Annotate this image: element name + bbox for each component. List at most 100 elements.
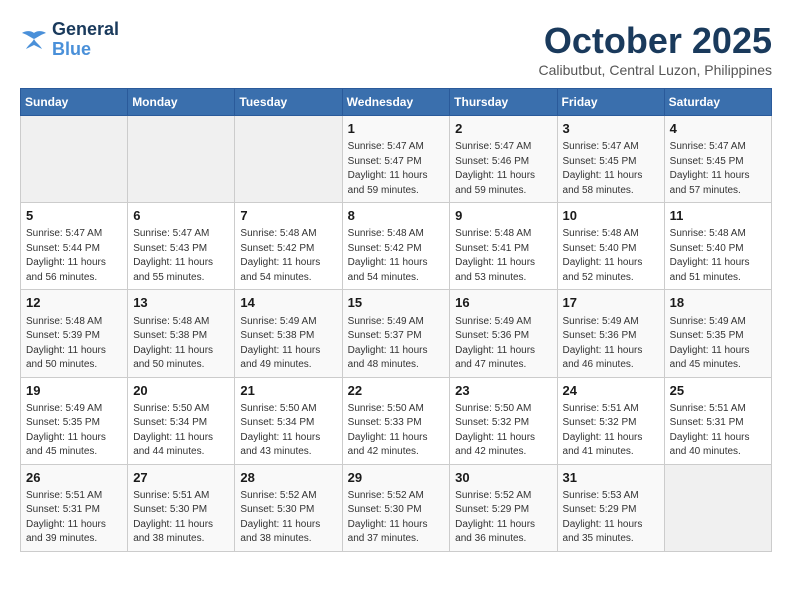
day-number: 23 [455,382,551,400]
header: General Blue October 2025 Calibutbut, Ce… [20,20,772,78]
day-number: 13 [133,294,229,312]
day-number: 2 [455,120,551,138]
weekday-header-row: SundayMondayTuesdayWednesdayThursdayFrid… [21,89,772,116]
calendar-cell: 31Sunrise: 5:53 AM Sunset: 5:29 PM Dayli… [557,464,664,551]
day-number: 12 [26,294,122,312]
day-number: 20 [133,382,229,400]
day-number: 28 [240,469,336,487]
day-number: 11 [670,207,766,225]
logo-text: General Blue [52,20,119,60]
calendar-cell: 21 Sunrise: 5:50 AM Sunset: 5:34 PM Dayli… [235,377,342,464]
day-info: Sunrise: 5:47 AM Sunset: 5:43 PM Dayligh… [133,227,229,285]
day-number: 8 [348,207,445,225]
calendar-body: 1 Sunrise: 5:47 AM Sunset: 5:47 PM Daylig… [21,116,772,552]
calendar-cell: 28Sunrise: 5:52 AM Sunset: 5:30 PM Dayli… [235,464,342,551]
calendar-cell [21,116,128,203]
day-number: 4 [670,120,766,138]
day-info: Sunrise: 5:52 AM Sunset: 5:30 PM Dayligh… [348,489,445,547]
day-info: Sunrise: 5:53 AM Sunset: 5:29 PM Dayligh… [563,489,659,547]
day-number: 9 [455,207,551,225]
day-number: 5 [26,207,122,225]
calendar-cell: 27Sunrise: 5:51 AM Sunset: 5:30 PM Dayli… [128,464,235,551]
calendar-cell: 5Sunrise: 5:47 AM Sunset: 5:44 PM Daylig… [21,203,128,290]
day-number: 19 [26,382,122,400]
calendar-cell: 14Sunrise: 5:49 AM Sunset: 5:38 PM Dayli… [235,290,342,377]
calendar-week-row: 1 Sunrise: 5:47 AM Sunset: 5:47 PM Daylig… [21,116,772,203]
calendar-cell: 3 Sunrise: 5:47 AM Sunset: 5:45 PM Daylig… [557,116,664,203]
calendar-week-row: 12 Sunrise: 5:48 AM Sunset: 5:39 PM Dayli… [21,290,772,377]
calendar-cell: 16 Sunrise: 5:49 AM Sunset: 5:36 PM Dayli… [450,290,557,377]
calendar-cell: 17 Sunrise: 5:49 AM Sunset: 5:36 PM Dayli… [557,290,664,377]
calendar-cell: 2 Sunrise: 5:47 AM Sunset: 5:46 PM Daylig… [450,116,557,203]
day-info: Sunrise: 5:48 AM Sunset: 5:42 PM Dayligh… [348,227,445,285]
day-number: 6 [133,207,229,225]
day-info: Sunrise: 5:47 AM Sunset: 5:47 PM Dayligh… [348,140,445,198]
logo-icon [20,29,48,51]
day-number: 3 [563,120,659,138]
calendar-cell: 7 Sunrise: 5:48 AM Sunset: 5:42 PM Daylig… [235,203,342,290]
day-info: Sunrise: 5:49 AM Sunset: 5:35 PM Dayligh… [26,402,122,460]
day-number: 25 [670,382,766,400]
calendar-cell: 11Sunrise: 5:48 AM Sunset: 5:40 PM Dayli… [664,203,771,290]
calendar-cell: 18Sunrise: 5:49 AM Sunset: 5:35 PM Dayli… [664,290,771,377]
day-number: 26 [26,469,122,487]
day-number: 7 [240,207,336,225]
day-number: 16 [455,294,551,312]
calendar-cell: 8 Sunrise: 5:48 AM Sunset: 5:42 PM Daylig… [342,203,450,290]
calendar-cell: 1 Sunrise: 5:47 AM Sunset: 5:47 PM Daylig… [342,116,450,203]
weekday-header: Tuesday [235,89,342,116]
day-info: Sunrise: 5:49 AM Sunset: 5:36 PM Dayligh… [455,315,551,373]
location-subtitle: Calibutbut, Central Luzon, Philippines [539,62,772,78]
day-number: 10 [563,207,659,225]
calendar-cell: 19 Sunrise: 5:49 AM Sunset: 5:35 PM Dayli… [21,377,128,464]
day-number: 17 [563,294,659,312]
weekday-header: Sunday [21,89,128,116]
day-info: Sunrise: 5:51 AM Sunset: 5:32 PM Dayligh… [563,402,659,460]
day-info: Sunrise: 5:50 AM Sunset: 5:33 PM Dayligh… [348,402,445,460]
day-number: 15 [348,294,445,312]
day-info: Sunrise: 5:47 AM Sunset: 5:45 PM Dayligh… [563,140,659,198]
day-info: Sunrise: 5:51 AM Sunset: 5:31 PM Dayligh… [26,489,122,547]
day-number: 21 [240,382,336,400]
day-info: Sunrise: 5:48 AM Sunset: 5:40 PM Dayligh… [563,227,659,285]
day-info: Sunrise: 5:49 AM Sunset: 5:37 PM Dayligh… [348,315,445,373]
weekday-header: Saturday [664,89,771,116]
day-info: Sunrise: 5:48 AM Sunset: 5:41 PM Dayligh… [455,227,551,285]
calendar-cell: 4 Sunrise: 5:47 AM Sunset: 5:45 PM Daylig… [664,116,771,203]
calendar-cell [128,116,235,203]
calendar-cell: 23Sunrise: 5:50 AM Sunset: 5:32 PM Dayli… [450,377,557,464]
calendar-cell [664,464,771,551]
day-info: Sunrise: 5:48 AM Sunset: 5:39 PM Dayligh… [26,315,122,373]
calendar-cell: 29Sunrise: 5:52 AM Sunset: 5:30 PM Dayli… [342,464,450,551]
weekday-header: Wednesday [342,89,450,116]
calendar-cell: 6 Sunrise: 5:47 AM Sunset: 5:43 PM Daylig… [128,203,235,290]
title-section: October 2025 Calibutbut, Central Luzon, … [539,20,772,78]
day-info: Sunrise: 5:48 AM Sunset: 5:42 PM Dayligh… [240,227,336,285]
calendar-cell: 9 Sunrise: 5:48 AM Sunset: 5:41 PM Daylig… [450,203,557,290]
day-number: 18 [670,294,766,312]
calendar-table: SundayMondayTuesdayWednesdayThursdayFrid… [20,88,772,552]
calendar-cell: 30 Sunrise: 5:52 AM Sunset: 5:29 PM Dayli… [450,464,557,551]
weekday-header: Thursday [450,89,557,116]
day-info: Sunrise: 5:50 AM Sunset: 5:34 PM Dayligh… [133,402,229,460]
day-number: 30 [455,469,551,487]
logo: General Blue [20,20,119,60]
calendar-cell: 25 Sunrise: 5:51 AM Sunset: 5:31 PM Dayli… [664,377,771,464]
calendar-cell: 24Sunrise: 5:51 AM Sunset: 5:32 PM Dayli… [557,377,664,464]
day-number: 1 [348,120,445,138]
weekday-header: Monday [128,89,235,116]
day-info: Sunrise: 5:51 AM Sunset: 5:31 PM Dayligh… [670,402,766,460]
day-info: Sunrise: 5:47 AM Sunset: 5:45 PM Dayligh… [670,140,766,198]
day-info: Sunrise: 5:50 AM Sunset: 5:34 PM Dayligh… [240,402,336,460]
calendar-cell: 10 Sunrise: 5:48 AM Sunset: 5:40 PM Dayli… [557,203,664,290]
month-title: October 2025 [539,20,772,62]
day-info: Sunrise: 5:52 AM Sunset: 5:29 PM Dayligh… [455,489,551,547]
calendar-header: SundayMondayTuesdayWednesdayThursdayFrid… [21,89,772,116]
weekday-header: Friday [557,89,664,116]
calendar-cell: 20 Sunrise: 5:50 AM Sunset: 5:34 PM Dayli… [128,377,235,464]
day-number: 14 [240,294,336,312]
calendar-week-row: 26 Sunrise: 5:51 AM Sunset: 5:31 PM Dayli… [21,464,772,551]
day-number: 27 [133,469,229,487]
day-info: Sunrise: 5:47 AM Sunset: 5:46 PM Dayligh… [455,140,551,198]
day-info: Sunrise: 5:49 AM Sunset: 5:36 PM Dayligh… [563,315,659,373]
